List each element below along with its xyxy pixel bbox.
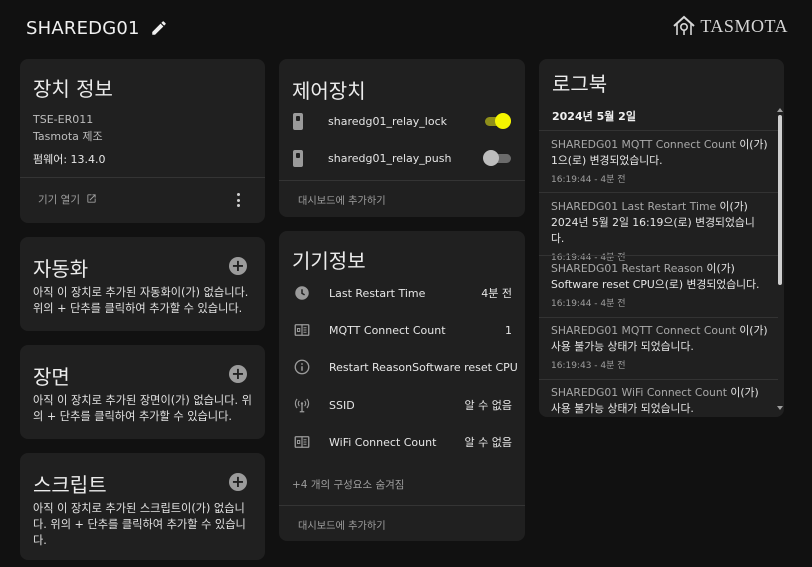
diag-name: MQTT Connect Count bbox=[329, 323, 446, 337]
logbook-title: 로그북 bbox=[552, 72, 608, 96]
add-automation-button[interactable]: + bbox=[229, 257, 247, 275]
diag-value: Software reset CPU bbox=[412, 360, 518, 374]
logbook-time: 16:19:44 - 4분 전 bbox=[551, 299, 626, 309]
pencil-icon[interactable] bbox=[150, 19, 168, 37]
divider bbox=[20, 177, 265, 178]
relay-lock-toggle[interactable] bbox=[483, 113, 511, 129]
diag-value: 1 bbox=[505, 323, 512, 337]
brand-name: TASMOTA bbox=[700, 15, 788, 36]
logbook-message: SHAREDG01 Restart Reason 이(가) Software r… bbox=[551, 262, 760, 291]
logbook-time: 16:19:43 - 4분 전 bbox=[551, 361, 626, 371]
logbook-entry[interactable]: SHAREDG01 Last Restart Time 이(가) 2024년 5… bbox=[539, 199, 784, 263]
divider bbox=[539, 379, 778, 380]
logbook-time: 16:19:44 - 4분 전 bbox=[551, 175, 626, 185]
controls-card: 제어장치 sharedg01_relay_lock sharedg01_rela… bbox=[279, 59, 525, 217]
logbook-entry[interactable]: SHAREDG01 WiFi Connect Count 이(가) 사용 불가능… bbox=[539, 385, 784, 417]
automation-empty-text: 아직 이 장치로 추가된 자동화이(가) 없습니다. 위의 + 단추를 클릭하여… bbox=[33, 286, 249, 315]
controls-title: 제어장치 bbox=[292, 79, 366, 103]
add-controls-to-dashboard-button[interactable]: 대시보드에 추가하기 bbox=[298, 192, 386, 207]
brand: TASMOTA bbox=[672, 14, 788, 38]
control-name: sharedg01_relay_push bbox=[328, 151, 452, 165]
diagnostics-card: 기기정보 Last Restart Time 4분 전 MQTT Connect… bbox=[279, 231, 525, 541]
divider bbox=[539, 130, 778, 131]
control-name: sharedg01_relay_lock bbox=[328, 114, 448, 128]
scene-empty-text: 아직 이 장치로 추가된 장면이(가) 없습니다. 위의 + 단추를 클릭하여 … bbox=[33, 394, 252, 423]
add-scene-button[interactable]: + bbox=[229, 365, 247, 383]
logbook-message: SHAREDG01 MQTT Connect Count 이(가) 1으(로) … bbox=[551, 138, 768, 167]
logbook-entry[interactable]: SHAREDG01 MQTT Connect Count 이(가) 1으(로) … bbox=[539, 137, 784, 185]
logbook-message: SHAREDG01 Last Restart Time 이(가) 2024년 5… bbox=[551, 200, 755, 245]
diag-row-restart-reason[interactable]: Restart Reason Software reset CPU bbox=[293, 357, 518, 377]
firmware-version: 펌웨어: 13.4.0 bbox=[33, 153, 106, 166]
diag-row-last-restart[interactable]: Last Restart Time 4분 전 bbox=[293, 283, 512, 303]
control-row-relay-push[interactable]: sharedg01_relay_push bbox=[293, 146, 511, 170]
wifi-antenna-icon bbox=[293, 396, 311, 414]
divider bbox=[279, 180, 525, 181]
info-icon bbox=[293, 358, 311, 376]
open-device-label: 기기 열기 bbox=[38, 194, 80, 206]
diag-name: SSID bbox=[329, 398, 355, 412]
diag-row-mqtt-connect-count[interactable]: MQTT Connect Count 1 bbox=[293, 320, 512, 340]
switch-icon bbox=[293, 112, 303, 130]
logbook-entry[interactable]: SHAREDG01 Restart Reason 이(가) Software r… bbox=[539, 261, 784, 309]
device-manufacturer: Tasmota 제조 bbox=[33, 130, 103, 143]
diag-value: 4분 전 bbox=[481, 287, 512, 300]
diag-value: 알 수 없음 bbox=[464, 436, 512, 449]
tasmota-logo-icon bbox=[672, 14, 696, 38]
more-options-icon[interactable] bbox=[235, 193, 241, 207]
divider bbox=[539, 255, 778, 256]
diag-value: 알 수 없음 bbox=[464, 399, 512, 412]
divider bbox=[539, 317, 778, 318]
counter-icon bbox=[293, 433, 311, 451]
open-device-link[interactable]: 기기 열기 bbox=[38, 192, 97, 207]
open-in-new-icon bbox=[86, 193, 97, 207]
diag-row-ssid[interactable]: SSID 알 수 없음 bbox=[293, 395, 512, 415]
switch-icon bbox=[293, 149, 303, 167]
device-model: TSE-ER011 bbox=[33, 113, 94, 126]
add-diagnostics-to-dashboard-button[interactable]: 대시보드에 추가하기 bbox=[298, 517, 386, 532]
script-card: 스크립트 + 아직 이 장치로 추가된 스크립트이(가) 없습니다. 위의 + … bbox=[20, 453, 265, 560]
logbook-card: 로그북 2024년 5월 2일 SHAREDG01 MQTT Connect C… bbox=[539, 59, 784, 417]
scene-title: 장면 bbox=[33, 365, 70, 389]
relay-push-toggle[interactable] bbox=[483, 150, 511, 166]
control-row-relay-lock[interactable]: sharedg01_relay_lock bbox=[293, 109, 511, 133]
scroll-up-arrow[interactable] bbox=[777, 108, 783, 112]
logbook-message: SHAREDG01 WiFi Connect Count 이(가) 사용 불가능… bbox=[551, 386, 759, 415]
diagnostics-title: 기기정보 bbox=[292, 249, 366, 273]
diag-row-wifi-connect-count[interactable]: WiFi Connect Count 알 수 없음 bbox=[293, 432, 512, 452]
automation-card: 자동화 + 아직 이 장치로 추가된 자동화이(가) 없습니다. 위의 + 단추… bbox=[20, 237, 265, 331]
add-script-button[interactable]: + bbox=[229, 473, 247, 491]
diag-name: Restart Reason bbox=[329, 360, 413, 374]
device-name-title: SHAREDG01 bbox=[26, 17, 140, 39]
logbook-entry[interactable]: SHAREDG01 MQTT Connect Count 이(가) 사용 불가능… bbox=[539, 323, 784, 371]
automation-title: 자동화 bbox=[33, 257, 89, 281]
logbook-date: 2024년 5월 2일 bbox=[552, 110, 636, 123]
divider bbox=[279, 505, 525, 506]
logbook-scrollbar[interactable] bbox=[778, 115, 782, 285]
clock-icon bbox=[293, 284, 311, 302]
counter-icon bbox=[293, 321, 311, 339]
scene-card: 장면 + 아직 이 장치로 추가된 장면이(가) 없습니다. 위의 + 단추를 … bbox=[20, 345, 265, 439]
divider bbox=[539, 192, 778, 193]
logbook-message: SHAREDG01 MQTT Connect Count 이(가) 사용 불가능… bbox=[551, 324, 768, 353]
device-page: SHAREDG01 TASMOTA 장치 정보 TSE-ER011 Tasmot… bbox=[0, 0, 812, 567]
device-info-title: 장치 정보 bbox=[33, 77, 113, 101]
diag-name: Last Restart Time bbox=[329, 286, 426, 300]
scroll-down-arrow[interactable] bbox=[777, 406, 783, 410]
script-empty-text: 아직 이 장치로 추가된 스크립트이(가) 없습니다. 위의 + 단추를 클릭하… bbox=[33, 502, 246, 547]
hidden-entities-toggle[interactable]: +4 개의 구성요소 숨겨짐 bbox=[292, 477, 404, 492]
device-info-card: 장치 정보 TSE-ER011 Tasmota 제조 펌웨어: 13.4.0 기… bbox=[20, 59, 265, 223]
script-title: 스크립트 bbox=[33, 473, 107, 497]
page-header: SHAREDG01 bbox=[26, 14, 168, 42]
diag-name: WiFi Connect Count bbox=[329, 435, 437, 449]
